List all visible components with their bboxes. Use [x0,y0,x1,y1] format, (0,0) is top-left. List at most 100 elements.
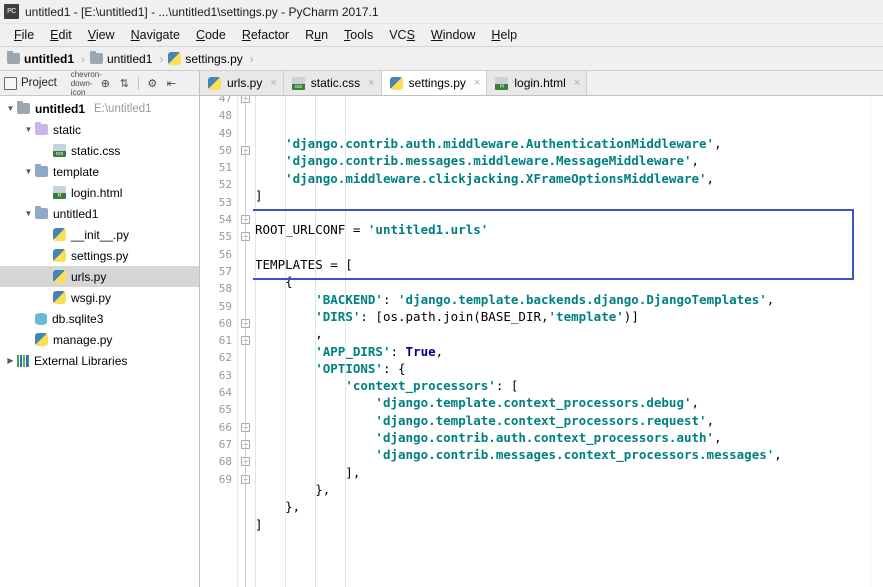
code-token: 'template' [548,308,624,324]
tree-node-urls-py[interactable]: urls.py [0,266,199,287]
settings-gear-icon[interactable]: ⚙ [145,76,160,91]
line-number: 63 [218,368,232,382]
tree-node-label: untitled1 [53,206,99,221]
code-line: 'DIRS': [os.path.join(BASE_DIR,'template… [255,308,870,325]
editor-viewport[interactable]: 47 48 49 50 51 52 53 54 55 56 57 58 59 60 61 62 63 64 65 66… [200,96,883,587]
code-token: 'django.contrib.messages.context_process… [375,447,775,463]
project-panel-icon [4,76,17,90]
chevron-down-icon[interactable]: chevron-down-icon [71,70,102,97]
code-token: 'django.contrib.messages.middleware.Mess… [285,153,692,169]
code-line: ], [255,464,870,481]
code-token: : [ [495,378,519,394]
project-tree[interactable]: ▼untitled1E:\untitled1▼staticstatic.css▼… [0,96,199,587]
code-token: 'django.contrib.auth.context_processors.… [375,430,715,446]
line-number: 64 [218,386,232,400]
code-token: ] [255,187,263,203]
code-token: 'django.template.context_processors.requ… [375,412,707,428]
code-token: 'context_processors' [345,378,496,394]
tree-node-static-css[interactable]: static.css [0,140,199,161]
menu-item-edit[interactable]: Edit [42,26,80,44]
editor-tab-settings-py[interactable]: settings.py × [381,71,488,95]
code-token: TEMPLATES = [ [255,257,353,273]
tree-node-label: __init__.py [71,227,130,242]
code-line: 'django.contrib.auth.middleware.Authenti… [255,135,870,152]
hide-panel-icon[interactable]: ⇤ [164,76,179,91]
tree-node-label: untitled1 [35,101,85,116]
breadcrumb: untitled1 › untitled1 › settings.py › [0,47,883,71]
tree-node-manage-py[interactable]: manage.py [0,329,199,350]
breadcrumb-item-untitled1[interactable]: untitled1 [90,51,153,66]
breadcrumb-separator-icon: › [159,51,164,66]
editor-tab-urls-py[interactable]: urls.py × [200,71,284,95]
line-number: 55 [218,230,232,244]
tree-node-label: urls.py [71,269,107,284]
editor-tab-login-html[interactable]: login.html × [487,71,588,95]
twisty-expanded-icon[interactable]: ▼ [4,104,17,113]
editor-tab-label: settings.py [408,76,466,90]
twisty-collapsed-icon[interactable]: ▶ [4,356,17,365]
menu-item-navigate[interactable]: Navigate [123,26,188,44]
code-folding-column[interactable]: −−−−−−−−−− [237,96,253,587]
tree-node-__init__-py[interactable]: __init__.py [0,224,199,245]
editor-scrollbar[interactable] [870,96,883,587]
close-tab-icon[interactable]: × [574,77,580,89]
code-text[interactable]: 'django.contrib.auth.middleware.Authenti… [253,96,870,587]
close-tab-icon[interactable]: × [474,77,480,89]
tree-node-untitled1[interactable]: ▼ untitled1 [0,203,199,224]
line-number: 53 [218,195,232,209]
tree-node-static[interactable]: ▼ static [0,119,199,140]
menu-item-view[interactable]: View [80,26,123,44]
tree-node-login-html[interactable]: login.html [0,182,199,203]
menu-item-refactor[interactable]: Refactor [234,26,297,44]
close-tab-icon[interactable]: × [270,77,276,89]
code-token: }, [255,481,331,497]
code-token: , [706,170,715,186]
code-token: True [405,343,436,359]
tree-node-wsgi-py[interactable]: wsgi.py [0,287,199,308]
menu-item-vcs[interactable]: VCS [381,26,423,44]
indent-guide [315,96,316,587]
menu-item-window[interactable]: Window [423,26,483,44]
line-number: 57 [218,264,232,278]
tree-node-db-sqlite3[interactable]: db.sqlite3 [0,308,199,329]
code-token: { [255,274,293,290]
code-line: ] [255,516,870,533]
line-number: 66 [218,420,232,434]
tree-node-untitled1[interactable]: ▼ untitled1 E:\untitled1 [0,98,199,119]
project-toolbar: Project chevron-down-icon ⊕ ⇅ ⚙ ⇤ [0,70,199,97]
python-file-icon [168,52,182,65]
code-token: : { [382,360,406,376]
html-file-icon [495,76,509,90]
breadcrumb-item-label: untitled1 [107,51,153,66]
editor-panel: urls.py×static.css×settings.py×login.htm… [200,71,883,587]
code-token: , [435,343,444,359]
menu-item-code[interactable]: Code [188,26,234,44]
breadcrumb-item-settings-py[interactable]: settings.py [168,52,243,66]
menu-item-help[interactable]: Help [483,26,525,44]
menu-item-file[interactable]: File [6,26,42,44]
collapse-target-icon[interactable]: ⊕ [98,76,113,91]
close-tab-icon[interactable]: × [368,77,374,89]
menu-item-tools[interactable]: Tools [336,26,381,44]
tree-node-external-libraries[interactable]: ▶ External Libraries [0,350,199,371]
collapse-all-icon[interactable]: ⇅ [117,76,132,91]
code-token: 'untitled1.urls' [367,222,489,238]
python-file-icon [208,76,221,90]
editor-tab-static-css[interactable]: static.css × [283,71,382,95]
css-file-icon [53,144,66,157]
twisty-expanded-icon[interactable]: ▼ [22,167,35,176]
twisty-expanded-icon[interactable]: ▼ [22,209,35,218]
tree-node-settings-py[interactable]: settings.py [0,245,199,266]
code-token: ] [255,516,263,532]
twisty-expanded-icon[interactable]: ▼ [22,125,35,134]
breadcrumb-item-untitled1[interactable]: untitled1 [7,51,74,66]
line-number: 69 [218,472,232,486]
menu-item-run[interactable]: Run [297,26,336,44]
tree-node-template[interactable]: ▼ template [0,161,199,182]
breadcrumb-separator-icon: › [81,51,85,66]
editor-tab-label: static.css [310,76,361,90]
code-line: 'context_processors': [ [255,377,870,394]
